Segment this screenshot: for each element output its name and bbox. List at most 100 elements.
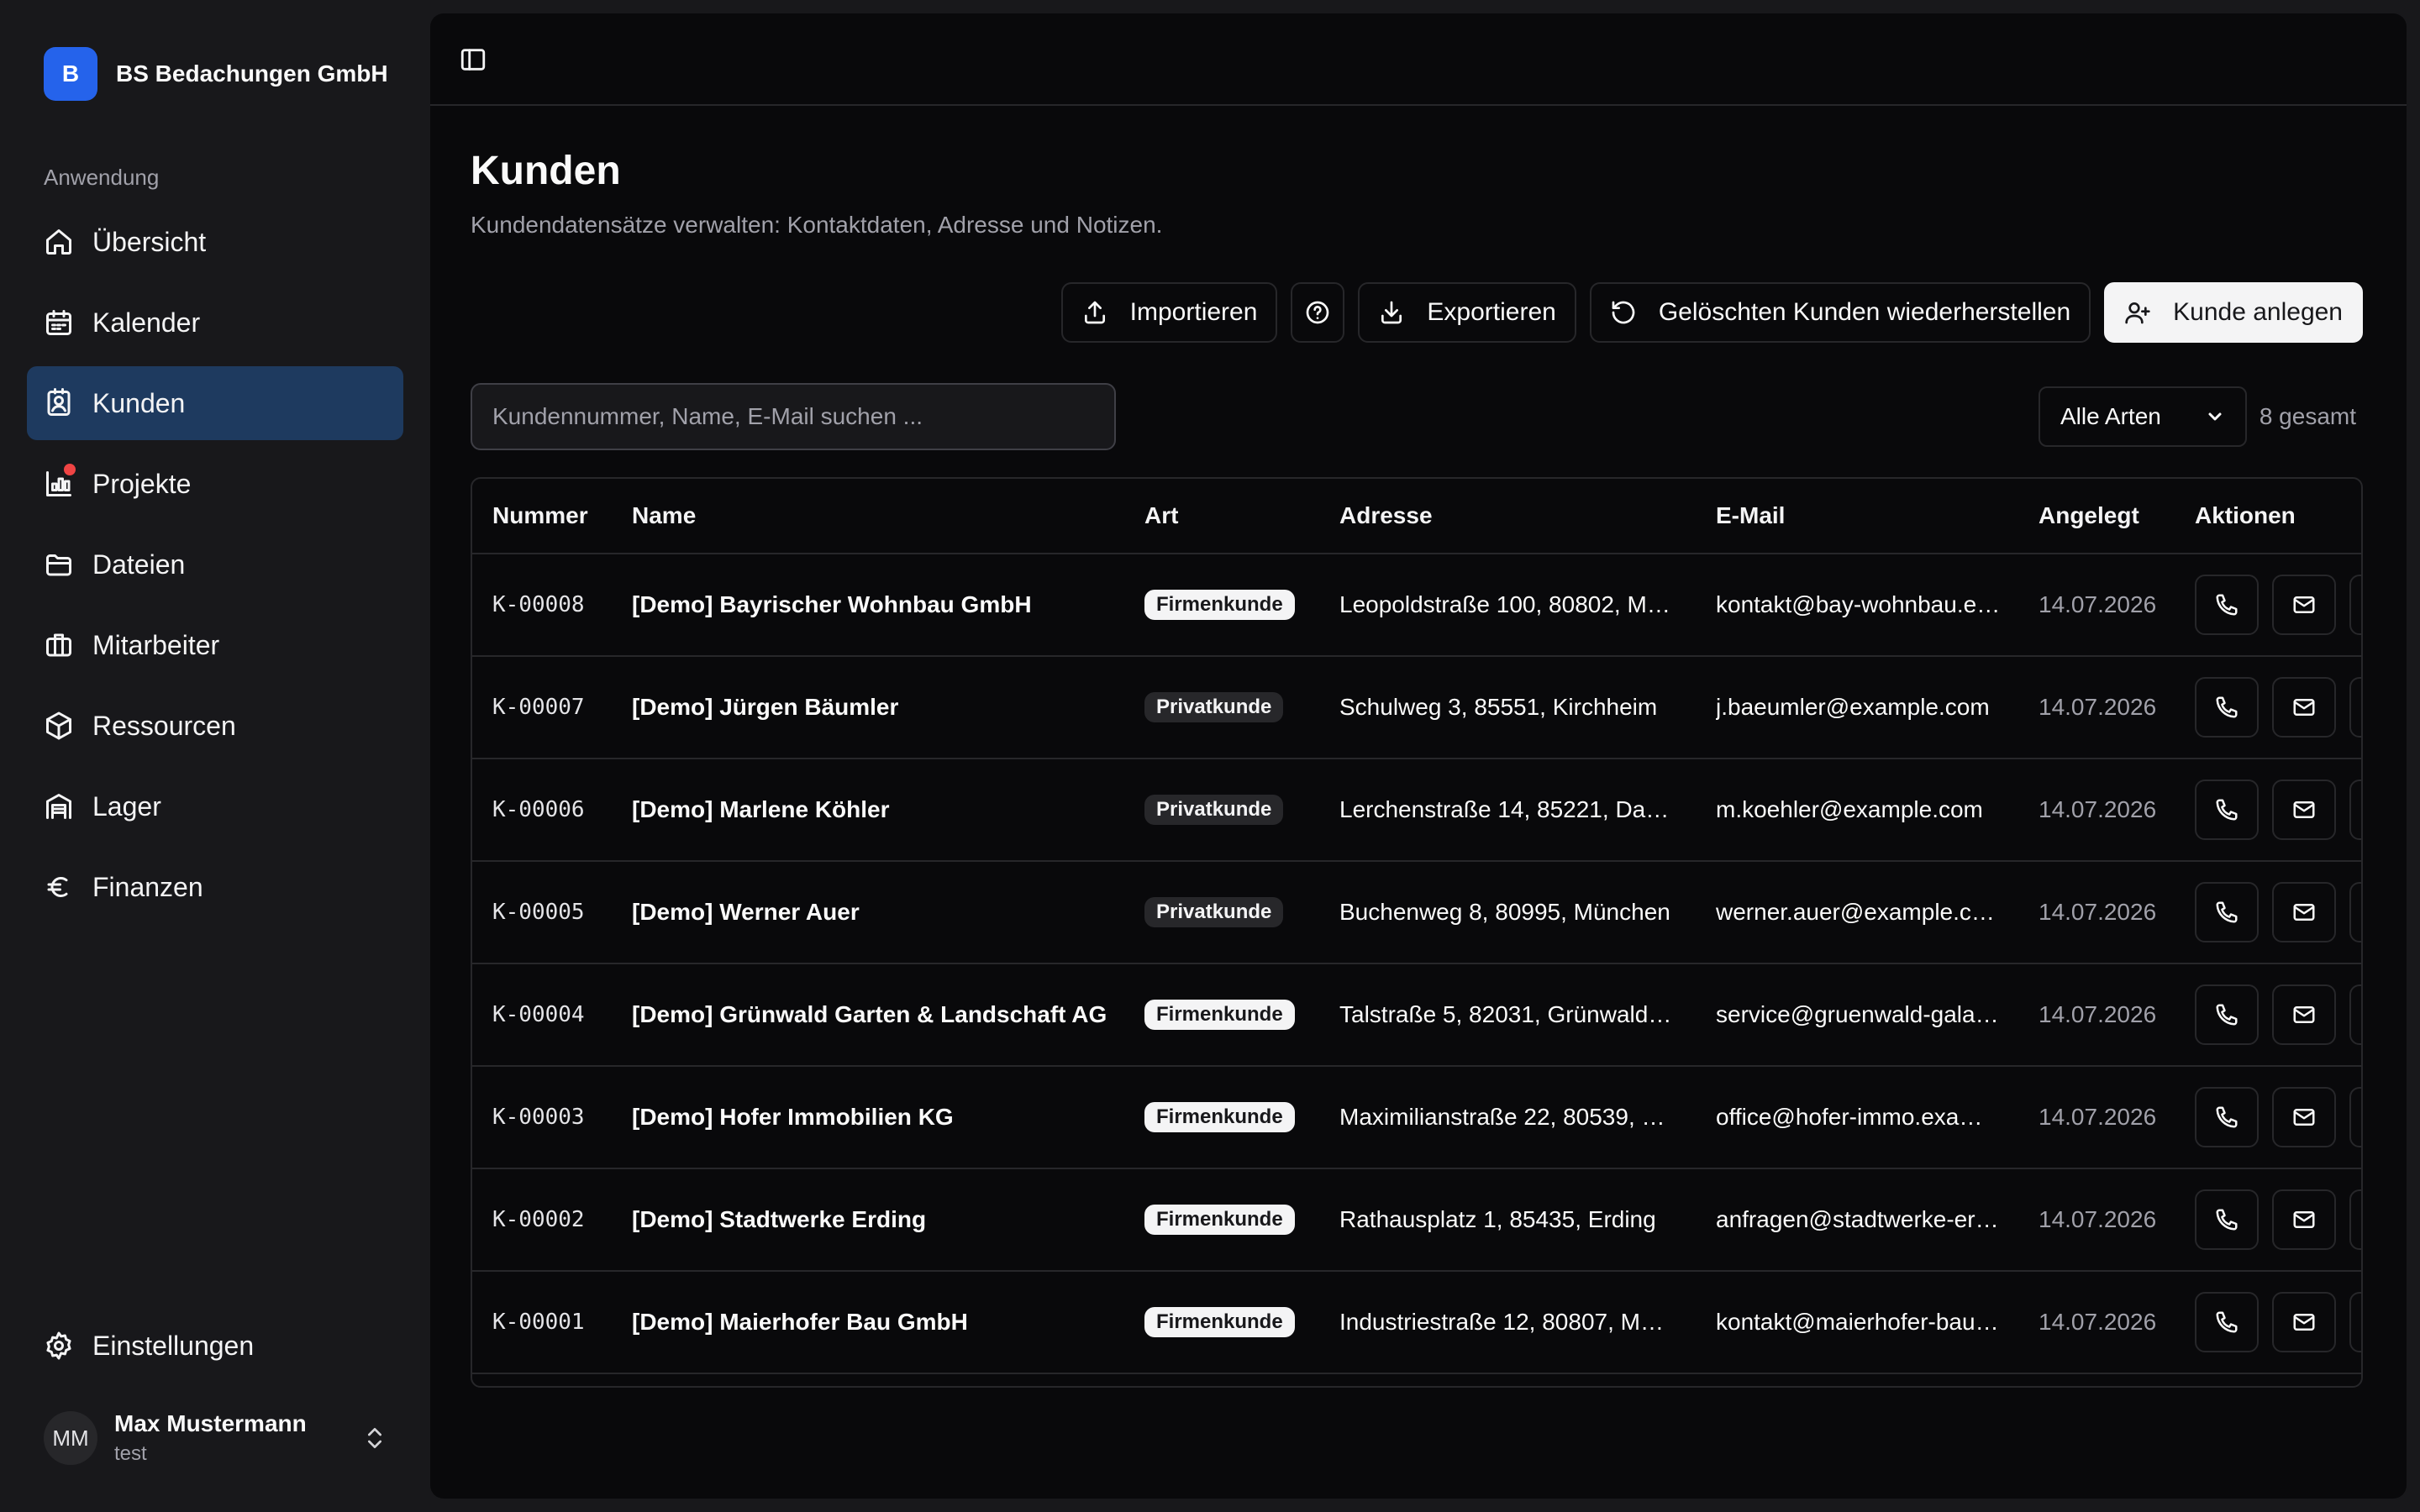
help-button[interactable] xyxy=(1291,282,1345,343)
customer-email: m.koehler@example.com xyxy=(1716,796,1983,822)
upload-icon xyxy=(1084,301,1105,324)
sidebar-item-lager[interactable]: Lager xyxy=(27,769,403,843)
customer-email: service@gruenwald-galabau.example.com xyxy=(1716,1001,2002,1027)
email-button[interactable] xyxy=(2272,1292,2336,1352)
sidebar-item-kalender[interactable]: Kalender xyxy=(27,286,403,360)
type-badge: Privatkunde xyxy=(1144,897,1284,927)
sidebar-item-label: Mitarbeiter xyxy=(92,629,220,660)
type-badge: Firmenkunde xyxy=(1144,1307,1295,1337)
created-date: 14.07.2026 xyxy=(2039,899,2157,925)
call-button[interactable] xyxy=(2195,1087,2259,1147)
customer-address: Schulweg 3, 85551, Kirchheim xyxy=(1339,694,1658,720)
company-name: BS Bedachungen GmbH xyxy=(116,60,388,87)
phone-icon xyxy=(2216,1004,2238,1026)
email-button[interactable] xyxy=(2272,984,2336,1045)
phone-icon xyxy=(2216,1311,2238,1333)
table-row[interactable]: K-00004 [Demo] Grünwald Garten & Landscha… xyxy=(472,964,2361,1067)
more-actions-button[interactable] xyxy=(2349,1292,2361,1352)
call-button[interactable] xyxy=(2195,984,2259,1045)
search-input[interactable] xyxy=(471,383,1116,450)
more-actions-button[interactable] xyxy=(2349,575,2361,635)
cell-created: 14.07.2026 xyxy=(2039,1169,2173,1270)
cell-type: Firmenkunde xyxy=(1144,1169,1329,1270)
column-header-type[interactable]: Art xyxy=(1144,479,1329,553)
cell-name[interactable]: [Demo] Jürgen Bäumler xyxy=(632,657,1136,758)
create-customer-button[interactable]: Kunde anlegen xyxy=(2104,282,2363,343)
calendar-icon xyxy=(46,310,71,335)
customer-number: K-00001 xyxy=(492,1310,585,1335)
export-button[interactable]: Exportieren xyxy=(1358,282,1576,343)
column-header-actions: Aktionen xyxy=(2195,502,2296,528)
cell-email: werner.auer@example.com xyxy=(1716,862,2002,963)
restore-deleted-button[interactable]: Gelöschten Kunden wiederherstellen xyxy=(1589,282,2091,343)
home-icon xyxy=(46,229,71,255)
sidebar-item-projekte[interactable]: Projekte xyxy=(27,447,403,521)
sidebar-item-uebersicht[interactable]: Übersicht xyxy=(27,205,403,279)
email-button[interactable] xyxy=(2272,780,2336,840)
customer-email: kontakt@maierhofer-bau.example.com xyxy=(1716,1309,2002,1335)
more-actions-button[interactable] xyxy=(2349,1189,2361,1250)
table-row[interactable]: K-00001 [Demo] Maierhofer Bau GmbH Firmenk… xyxy=(472,1272,2361,1374)
column-header-number[interactable]: Nummer xyxy=(492,479,618,553)
table-row[interactable]: K-00005 [Demo] Werner Auer Privatkunde Buch… xyxy=(472,862,2361,964)
call-button[interactable] xyxy=(2195,1292,2259,1352)
customer-name: [Demo] Maierhofer Bau GmbH xyxy=(632,1309,968,1335)
column-header-address[interactable]: Adresse xyxy=(1339,479,1676,553)
download-icon xyxy=(1381,301,1402,324)
notification-dot xyxy=(64,464,76,475)
cell-name[interactable]: [Demo] Maierhofer Bau GmbH xyxy=(632,1272,1136,1373)
cell-name[interactable]: [Demo] Grünwald Garten & Landschaft AG xyxy=(632,964,1136,1065)
cell-actions xyxy=(2195,862,2361,963)
cell-email: office@hofer-immo.example.com xyxy=(1716,1067,2002,1168)
more-actions-button[interactable] xyxy=(2349,882,2361,942)
table-row[interactable]: K-00006 [Demo] Marlene Köhler Privatkunde L… xyxy=(472,759,2361,862)
call-button[interactable] xyxy=(2195,575,2259,635)
mail-icon xyxy=(2293,699,2315,716)
email-button[interactable] xyxy=(2272,1087,2336,1147)
import-button[interactable]: Importieren xyxy=(1060,282,1278,343)
sidebar-item-einstellungen[interactable]: Einstellungen xyxy=(27,1309,403,1383)
sidebar-toggle-icon[interactable] xyxy=(459,45,487,74)
cell-name[interactable]: [Demo] Hofer Immobilien KG xyxy=(632,1067,1136,1168)
email-button[interactable] xyxy=(2272,677,2336,738)
column-header-created[interactable]: Angelegt xyxy=(2039,479,2173,553)
phone-icon xyxy=(2216,901,2238,923)
email-button[interactable] xyxy=(2272,1189,2336,1250)
cell-name[interactable]: [Demo] Bayrischer Wohnbau GmbH xyxy=(632,554,1136,655)
call-button[interactable] xyxy=(2195,677,2259,738)
sidebar-item-kunden[interactable]: Kunden xyxy=(27,366,403,440)
table-row[interactable]: K-00002 [Demo] Stadtwerke Erding Firmenkun… xyxy=(472,1169,2361,1272)
cell-address: Lerchenstraße 14, 85221, Dachau xyxy=(1339,759,1676,860)
column-header-name[interactable]: Name xyxy=(632,479,1136,553)
table-row[interactable]: K-00008 [Demo] Bayrischer Wohnbau GmbH Fir… xyxy=(472,554,2361,657)
more-actions-button[interactable] xyxy=(2349,677,2361,738)
sidebar-item-finanzen[interactable]: Finanzen xyxy=(27,850,403,924)
cell-email: kontakt@bay-wohnbau.example.com xyxy=(1716,554,2002,655)
more-actions-button[interactable] xyxy=(2349,1087,2361,1147)
call-button[interactable] xyxy=(2195,1189,2259,1250)
table-row[interactable]: K-00003 [Demo] Hofer Immobilien KG Firmenk… xyxy=(472,1067,2361,1169)
user-name: Max Mustermann xyxy=(114,1410,307,1436)
call-button[interactable] xyxy=(2195,882,2259,942)
more-actions-button[interactable] xyxy=(2349,780,2361,840)
call-button[interactable] xyxy=(2195,780,2259,840)
user-menu[interactable]: MM Max Mustermann test xyxy=(44,1408,388,1468)
sidebar-item-ressourcen[interactable]: Ressourcen xyxy=(27,689,403,763)
cell-name[interactable]: [Demo] Marlene Köhler xyxy=(632,759,1136,860)
cell-name[interactable]: [Demo] Werner Auer xyxy=(632,862,1136,963)
table-row[interactable]: K-00007 [Demo] Jürgen Bäumler Privatkunde S… xyxy=(472,657,2361,759)
email-button[interactable] xyxy=(2272,882,2336,942)
more-actions-button[interactable] xyxy=(2349,984,2361,1045)
cell-name[interactable]: [Demo] Stadtwerke Erding xyxy=(632,1169,1136,1270)
sidebar-item-label: Lager xyxy=(92,790,161,822)
phone-icon xyxy=(2216,1209,2238,1231)
sidebar-item-dateien[interactable]: Dateien xyxy=(27,528,403,601)
type-filter-select[interactable]: Alle Arten xyxy=(2039,386,2247,447)
sidebar-item-mitarbeiter[interactable]: Mitarbeiter xyxy=(27,608,403,682)
email-button[interactable] xyxy=(2272,575,2336,635)
customer-address: Industriestraße 12, 80807, München xyxy=(1339,1309,1676,1335)
cell-address: Talstraße 5, 82031, Grünwald, Bayern xyxy=(1339,964,1676,1065)
customer-email: office@hofer-immo.example.com xyxy=(1716,1104,2002,1130)
column-header-email[interactable]: E-Mail xyxy=(1716,479,2002,553)
company-switcher[interactable]: B BS Bedachungen GmbH xyxy=(44,47,388,101)
